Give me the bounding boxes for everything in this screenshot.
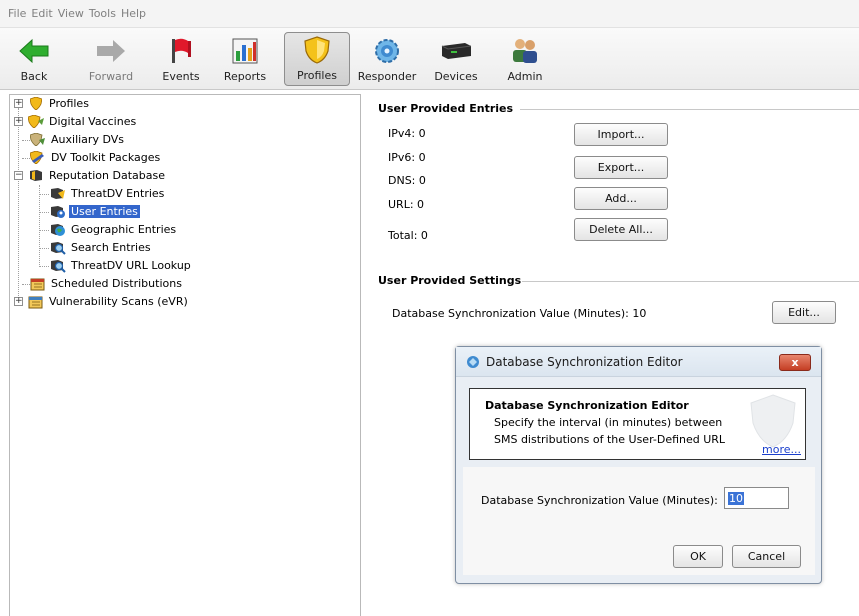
delete-all-button[interactable]: Delete All... bbox=[574, 218, 668, 241]
dialog-description-line-1: Specify the interval (in minutes) betwee… bbox=[494, 416, 723, 429]
expand-icon[interactable]: + bbox=[14, 99, 23, 108]
tree-item-digital-vaccines[interactable]: + Digital Vaccines bbox=[14, 113, 138, 130]
dialog-title-bar[interactable]: Database Synchronization Editor x bbox=[456, 347, 821, 377]
sync-field-label: Database Synchronization Value (Minutes)… bbox=[481, 494, 718, 507]
menu-bar: File Edit View Tools Help bbox=[0, 0, 859, 28]
tree-line bbox=[39, 212, 49, 213]
back-arrow-icon bbox=[17, 36, 51, 66]
dialog-title: Database Synchronization Editor bbox=[486, 354, 683, 369]
navigation-tree: + Profiles + Digital Vaccines Auxiliary … bbox=[9, 94, 361, 616]
divider bbox=[520, 109, 859, 110]
user-entries-panel: User Provided Entries IPv4: 0 IPv6: 0 DN… bbox=[372, 98, 859, 252]
tree-item-scheduled-distributions[interactable]: Scheduled Distributions bbox=[30, 275, 184, 292]
collapse-icon[interactable]: − bbox=[14, 171, 23, 180]
tree-line bbox=[22, 284, 30, 285]
cancel-button[interactable]: Cancel bbox=[732, 545, 801, 568]
user-settings-panel: User Provided Settings Database Synchron… bbox=[372, 268, 859, 340]
dialog-info-box: Database Synchronization Editor Specify … bbox=[469, 388, 806, 460]
tree-item-user-entries[interactable]: User Entries bbox=[50, 203, 140, 220]
tree-line bbox=[22, 140, 30, 141]
toolbar: Back Forward Events Reports Profiles Res… bbox=[0, 28, 859, 90]
search-icon bbox=[50, 241, 66, 255]
tree-line bbox=[39, 266, 49, 267]
reports-chart-icon bbox=[228, 36, 262, 66]
menu-help[interactable]: Help bbox=[121, 7, 146, 20]
add-button[interactable]: Add... bbox=[574, 187, 668, 210]
dialog-description-line-2: SMS distributions of the User-Defined UR… bbox=[494, 433, 726, 446]
devices-button[interactable]: Devices bbox=[428, 32, 484, 86]
tree-item-auxiliary-dvs[interactable]: Auxiliary DVs bbox=[30, 131, 126, 148]
divider bbox=[522, 281, 859, 282]
ipv6-count: IPv6: 0 bbox=[388, 151, 426, 164]
app-icon bbox=[466, 355, 480, 369]
tree-line bbox=[39, 194, 49, 195]
tree-line bbox=[18, 108, 19, 306]
responder-gear-icon bbox=[370, 36, 404, 66]
devices-server-icon bbox=[439, 36, 473, 66]
expand-icon[interactable]: + bbox=[14, 297, 23, 306]
more-link[interactable]: more... bbox=[762, 443, 801, 456]
menu-view[interactable]: View bbox=[58, 7, 84, 20]
dialog-body: Database Synchronization Value (Minutes)… bbox=[463, 467, 815, 575]
tree-item-vulnerability-scans[interactable]: + Vulnerability Scans (eVR) bbox=[14, 293, 190, 310]
menu-tools[interactable]: Tools bbox=[89, 7, 116, 20]
sync-value-input[interactable]: 10 bbox=[724, 487, 789, 509]
ok-button[interactable]: OK bbox=[673, 545, 723, 568]
tree-item-threatdv-url-lookup[interactable]: ThreatDV URL Lookup bbox=[50, 257, 193, 274]
user-entries-icon bbox=[50, 205, 66, 219]
tree-line bbox=[39, 230, 49, 231]
tree-item-threatdv-entries[interactable]: ThreatDV Entries bbox=[50, 185, 166, 202]
tree-line bbox=[39, 185, 40, 265]
entries-section-title: User Provided Entries bbox=[378, 102, 514, 115]
sync-editor-dialog: Database Synchronization Editor x Databa… bbox=[455, 346, 822, 584]
edit-button[interactable]: Edit... bbox=[772, 301, 836, 324]
expand-icon[interactable]: + bbox=[14, 117, 23, 126]
toolkit-shield-icon bbox=[30, 151, 46, 165]
export-button[interactable]: Export... bbox=[574, 156, 668, 179]
ipv4-count: IPv4: 0 bbox=[388, 127, 426, 140]
sync-value-text: 10 bbox=[728, 491, 744, 505]
admin-users-icon bbox=[508, 36, 542, 66]
tree-item-search-entries[interactable]: Search Entries bbox=[50, 239, 153, 256]
tree-item-profiles[interactable]: + Profiles bbox=[14, 95, 91, 112]
shield-icon bbox=[28, 97, 44, 111]
auxiliary-shield-icon bbox=[30, 133, 46, 147]
profiles-shield-icon bbox=[300, 35, 334, 65]
total-count: Total: 0 bbox=[388, 229, 428, 242]
threatdv-icon bbox=[50, 187, 66, 201]
import-button[interactable]: Import... bbox=[574, 123, 668, 146]
forward-button[interactable]: Forward bbox=[86, 32, 136, 86]
url-count: URL: 0 bbox=[388, 198, 425, 211]
sync-value-label: Database Synchronization Value (Minutes)… bbox=[392, 307, 647, 320]
events-button[interactable]: Events bbox=[158, 32, 204, 86]
close-button[interactable]: x bbox=[779, 354, 811, 371]
menu-edit[interactable]: Edit bbox=[31, 7, 52, 20]
admin-button[interactable]: Admin bbox=[502, 32, 548, 86]
tree-item-dv-toolkit-packages[interactable]: DV Toolkit Packages bbox=[30, 149, 162, 166]
responder-button[interactable]: Responder bbox=[356, 32, 418, 86]
dns-count: DNS: 0 bbox=[388, 174, 426, 187]
dialog-heading: Database Synchronization Editor bbox=[485, 399, 689, 412]
settings-section-title: User Provided Settings bbox=[378, 274, 522, 287]
scan-icon bbox=[28, 295, 44, 309]
events-flag-icon bbox=[164, 36, 198, 66]
tree-line bbox=[22, 158, 30, 159]
reports-button[interactable]: Reports bbox=[222, 32, 268, 86]
url-lookup-icon bbox=[50, 259, 66, 273]
globe-icon bbox=[50, 223, 66, 237]
forward-arrow-icon bbox=[94, 36, 128, 66]
tree-item-geographic-entries[interactable]: Geographic Entries bbox=[50, 221, 178, 238]
back-button[interactable]: Back bbox=[14, 32, 54, 86]
tree-item-reputation-database[interactable]: − Reputation Database bbox=[14, 167, 167, 184]
profiles-button[interactable]: Profiles bbox=[284, 32, 350, 86]
database-icon bbox=[28, 169, 44, 183]
calendar-icon bbox=[30, 277, 46, 291]
close-icon: x bbox=[791, 356, 799, 369]
menu-file[interactable]: File bbox=[8, 7, 26, 20]
vaccine-shield-icon bbox=[28, 115, 44, 129]
tree-line bbox=[39, 248, 49, 249]
